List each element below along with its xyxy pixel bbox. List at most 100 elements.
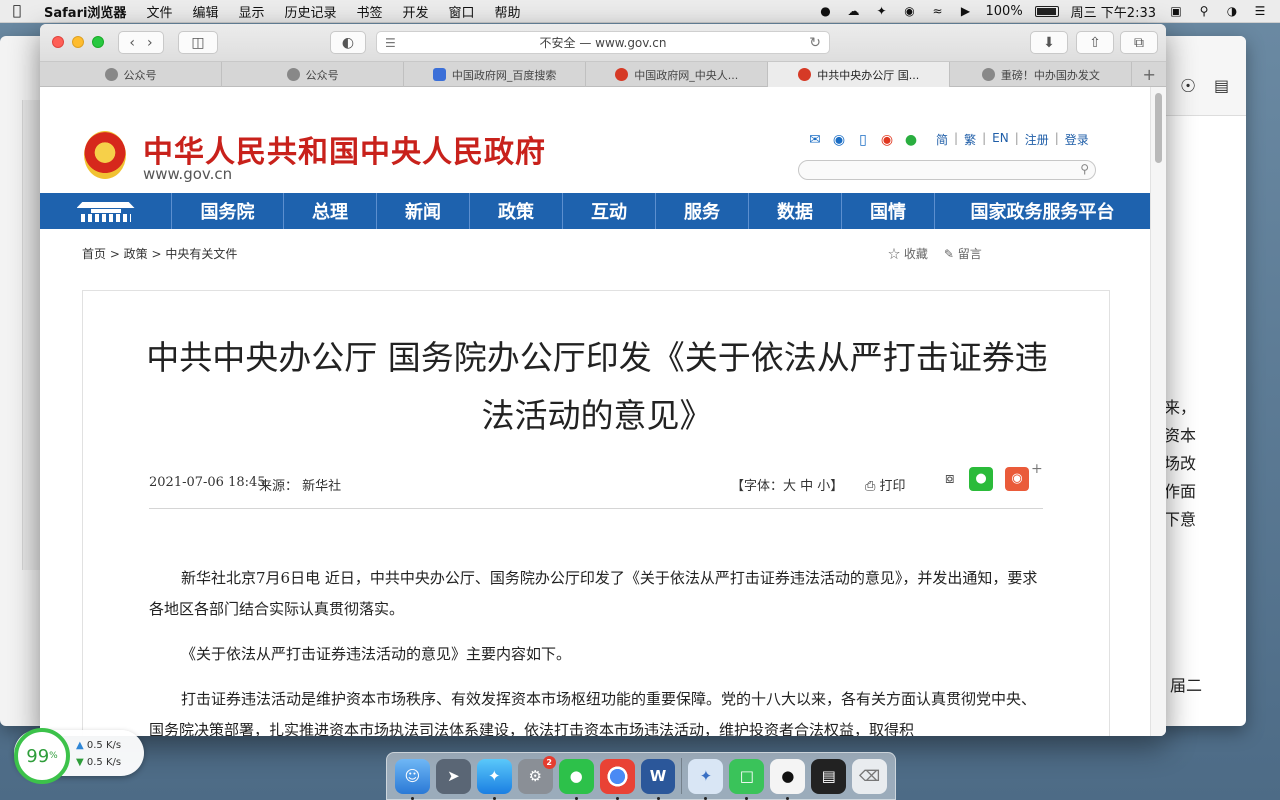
comment-button[interactable]: ✎ 留言 — [944, 245, 982, 262]
menu-window[interactable]: 窗口 — [439, 2, 485, 21]
more-share-icon[interactable]: + — [1031, 461, 1043, 477]
background-text-line: 下意 — [1164, 510, 1197, 529]
reader-icon[interactable]: ☰ — [385, 36, 396, 50]
new-tab-button[interactable]: + — [1132, 62, 1166, 86]
sidebar-button[interactable]: ◫ — [178, 31, 218, 54]
nav-item-service-platform[interactable]: 国家政务服务平台 — [935, 193, 1150, 229]
share-button[interactable]: ⇧ — [1076, 31, 1114, 54]
menu-bookmarks[interactable]: 书签 — [347, 2, 393, 21]
gov-emblem-icon — [615, 68, 629, 81]
address-text[interactable]: 不安全 — www.gov.cn — [540, 34, 667, 51]
wechat-icon[interactable]: ● — [558, 758, 594, 800]
article-title: 中共中央办公厅 国务院办公厅印发《关于依法从严打击证券违法活动的意见》 — [146, 338, 1048, 435]
facetime-icon[interactable]: □ — [729, 758, 765, 800]
nav-item-news[interactable]: 新闻 — [377, 193, 470, 229]
national-emblem-logo[interactable] — [84, 131, 126, 179]
favorite-button[interactable]: ☆ 收藏 — [888, 245, 928, 262]
control-center-icon[interactable]: ☰ — [1252, 4, 1268, 18]
rss-icon[interactable]: ◉ — [830, 132, 848, 148]
weibo-icon[interactable]: ◉ — [878, 132, 896, 148]
sketch-icon[interactable]: ▣ — [1168, 4, 1184, 18]
downloads-button[interactable]: ⬇ — [1030, 31, 1068, 54]
nav-item-state-council[interactable]: 国务院 — [172, 193, 284, 229]
fullscreen-button[interactable] — [92, 36, 104, 48]
creative-cloud-icon[interactable]: ☁ — [846, 4, 862, 18]
reload-icon[interactable]: ↻ — [809, 35, 821, 51]
system-preferences-icon[interactable]: ⚙ 2 — [517, 755, 556, 794]
menu-help[interactable]: 帮助 — [485, 2, 531, 21]
weibo-share-button[interactable]: ◉ — [1005, 467, 1029, 491]
apple-icon[interactable]:  — [0, 3, 34, 19]
safari-icon[interactable]: ✦ — [476, 758, 512, 800]
wechat-status-icon[interactable]: ◉ — [902, 4, 918, 18]
feather-icon[interactable]: ✦ — [874, 4, 890, 18]
site-search-input[interactable]: ⚲ — [798, 160, 1096, 180]
nav-item-service[interactable]: 服务 — [656, 193, 749, 229]
document-icon[interactable]: ▤ — [1214, 76, 1229, 95]
battery-icon[interactable] — [1034, 5, 1059, 17]
nav-item-policy[interactable]: 政策 — [470, 193, 563, 229]
tab-gov-home[interactable]: 中国政府网_中央人... — [586, 62, 769, 87]
menu-file[interactable]: 文件 — [136, 2, 182, 21]
menu-develop[interactable]: 开发 — [393, 2, 439, 21]
close-button[interactable] — [52, 36, 64, 48]
scrollbar-thumb[interactable] — [1155, 93, 1162, 163]
qq-icon[interactable]: ● — [770, 758, 806, 800]
chrome-icon[interactable] — [599, 758, 635, 800]
trash-icon[interactable]: ⌫ — [852, 758, 888, 794]
wifi-icon[interactable]: ≈ — [930, 4, 946, 18]
tab-baidu-search[interactable]: 中国政府网_百度搜索 — [404, 62, 587, 87]
article-paragraph: 新华社北京7月6日电 近日，中共中央办公厅、国务院办公厅印发了《关于依法从严打击… — [149, 569, 1038, 618]
menu-app-name[interactable]: Safari浏览器 — [34, 2, 136, 21]
spotlight-search-icon[interactable]: ⚲ — [1196, 4, 1212, 18]
address-bar[interactable]: ☰ 不安全 — www.gov.cn ↻ — [376, 31, 830, 54]
privacy-report-button[interactable]: ◐ — [330, 31, 366, 54]
nav-item-data[interactable]: 数据 — [749, 193, 842, 229]
memory-ring: 99% — [14, 728, 70, 784]
volume-icon[interactable]: ▶ — [958, 4, 974, 18]
back-forward-buttons[interactable]: ‹ › — [118, 31, 164, 54]
page-scrollbar[interactable] — [1150, 87, 1166, 736]
menu-history[interactable]: 历史记录 — [274, 2, 346, 21]
link-simplified[interactable]: 简 — [930, 131, 954, 148]
print-button[interactable]: ⎙ 打印 — [865, 475, 906, 494]
qq-status-icon[interactable]: ● — [818, 4, 834, 18]
back-icon[interactable]: ‹ — [129, 35, 135, 51]
tab-overview-button[interactable]: ⧉ — [1120, 31, 1158, 54]
link-traditional[interactable]: 繁 — [958, 131, 982, 148]
wechat-share-button[interactable]: ● — [969, 467, 993, 491]
background-window-right[interactable]: ☉ ▤ 来， 资本 场改 作面 下意 届二 — [1160, 36, 1246, 726]
search-icon[interactable]: ⚲ — [1080, 162, 1089, 176]
feather-app-icon[interactable]: ✦ — [688, 758, 724, 800]
word-icon[interactable]: W — [640, 758, 676, 800]
tab-article[interactable]: 中共中央办公厅 国... — [768, 62, 951, 87]
tab-wechat-1[interactable]: 公众号 — [40, 62, 223, 87]
wechat-icon[interactable]: ● — [902, 132, 920, 148]
clock[interactable]: 周三 下午2:33 — [1071, 2, 1156, 21]
compass-icon[interactable]: ☉ — [1180, 76, 1196, 97]
tab-wechat-article[interactable]: 重磅！中办国办发文 — [950, 62, 1133, 87]
battery-percent: 100% — [985, 3, 1023, 19]
font-size-control[interactable]: 【字体：大 中 小】 — [731, 475, 843, 494]
finder-icon[interactable]: ☺ — [395, 758, 430, 800]
minimize-button[interactable] — [72, 36, 84, 48]
link-register[interactable]: 注册 — [1019, 131, 1055, 148]
breadcrumb[interactable]: 首页 > 政策 > 中央有关文件 — [82, 245, 237, 262]
network-speed-widget[interactable]: 99% ▲ 0.5 K/s ▼ 0.5 K/s — [14, 728, 144, 784]
menu-edit[interactable]: 编辑 — [182, 2, 228, 21]
forward-icon[interactable]: › — [147, 35, 153, 51]
nav-item-national[interactable]: 国情 — [842, 193, 935, 229]
link-english[interactable]: EN — [986, 131, 1015, 148]
mail-icon[interactable]: ✉ — [806, 132, 824, 148]
nav-home[interactable] — [40, 193, 172, 229]
mobile-icon[interactable]: ▯ — [854, 132, 872, 148]
link-login[interactable]: 登录 — [1059, 131, 1095, 148]
recent-document-icon[interactable]: ▤ — [811, 758, 847, 794]
menu-view[interactable]: 显示 — [228, 2, 274, 21]
siri-icon[interactable]: ◑ — [1224, 4, 1240, 18]
launchpad-icon[interactable]: ➤ — [435, 758, 471, 794]
nav-item-interaction[interactable]: 互动 — [563, 193, 656, 229]
nav-item-premier[interactable]: 总理 — [284, 193, 377, 229]
share-icon[interactable]: ⧇ — [945, 469, 955, 487]
tab-wechat-2[interactable]: 公众号 — [222, 62, 405, 87]
